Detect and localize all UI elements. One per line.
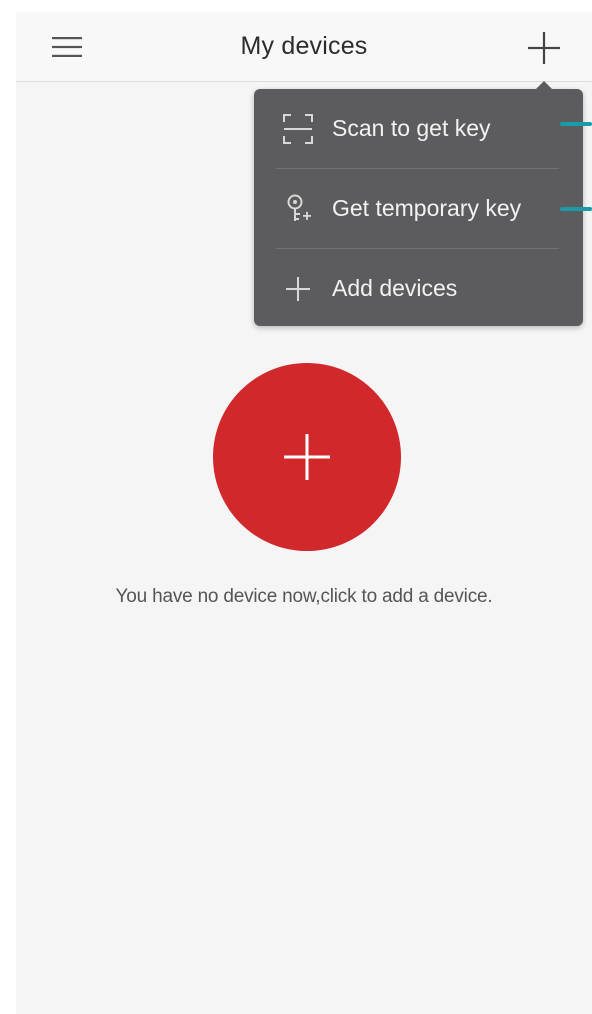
menu-item-scan-to-get-key[interactable]: Scan to get key: [254, 89, 583, 168]
app-screen: My devices Scan to get key Get temporary…: [16, 12, 592, 1014]
menu-item-get-temporary-key[interactable]: Get temporary key: [254, 169, 583, 248]
plus-icon: [284, 434, 330, 480]
menu-item-label: Get temporary key: [332, 195, 522, 221]
indicator-line-temporary-key: [560, 207, 592, 211]
add-dropdown-menu: Scan to get key Get temporary key Add de…: [254, 81, 583, 328]
temporary-key-icon: [282, 193, 314, 225]
add-device-button[interactable]: [213, 363, 401, 551]
menu-item-label: Scan to get key: [332, 115, 491, 141]
empty-state-message: You have no device now,click to add a de…: [115, 586, 493, 607]
menu-item-add-devices[interactable]: Add devices: [254, 249, 583, 328]
page: My devices Scan to get key Get temporary…: [0, 0, 592, 1014]
menu-item-label: Add devices: [332, 275, 458, 301]
plus-icon[interactable]: [526, 30, 562, 66]
popup-arrow: [536, 81, 552, 89]
plus-icon: [282, 273, 314, 305]
page-title: My devices: [240, 32, 368, 60]
indicator-line-scan: [560, 122, 592, 126]
header-bar: My devices: [16, 12, 592, 82]
scan-frame-icon: [282, 113, 314, 145]
